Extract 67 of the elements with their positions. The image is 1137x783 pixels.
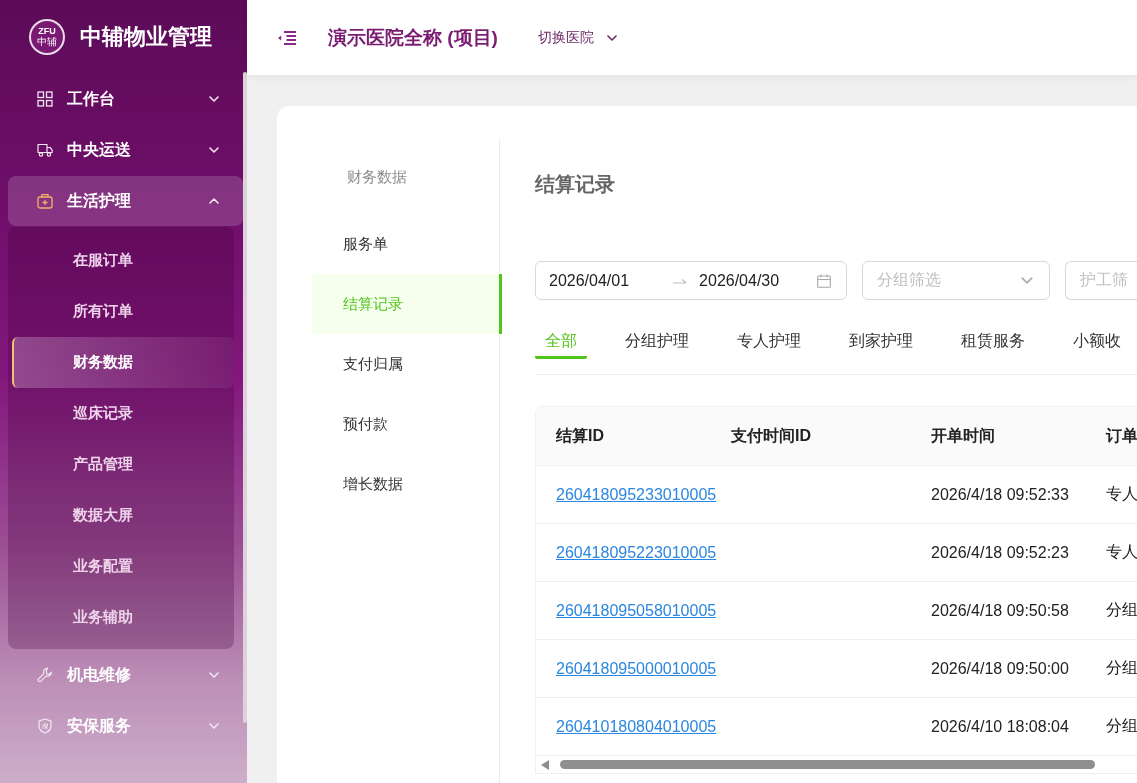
section-heading: 财务数据 <box>347 168 407 185</box>
submenu-item[interactable]: 数据大屏 <box>12 490 234 541</box>
table-cell-text: 专人 <box>1105 542 1137 562</box>
end-date-input[interactable]: 2026/04/30 <box>699 271 780 290</box>
truck-icon <box>37 142 53 158</box>
column-header: 订单 <box>1104 425 1137 446</box>
column-header: 结算ID <box>555 425 605 446</box>
table-cell-text: 2026/4/18 09:52:23 <box>930 543 1070 562</box>
chevron-down-icon <box>209 723 219 729</box>
settlement-id-link[interactable]: 260418095058010005 <box>556 601 717 619</box>
table-cell-text: 分组 <box>1105 658 1137 678</box>
logo-letters: ZFU <box>38 26 56 36</box>
table-cell-text: 分组 <box>1105 716 1137 736</box>
submenu-item[interactable]: 在服订单 <box>12 235 234 286</box>
tab[interactable]: 分组护理 <box>615 320 699 359</box>
table-cell-text: 2026/4/18 09:50:00 <box>930 659 1070 678</box>
table-cell-text: 2026/4/18 09:50:58 <box>930 601 1070 620</box>
submenu-item[interactable]: 巡床记录 <box>12 388 234 439</box>
calendar-icon <box>817 273 831 288</box>
scrollbar-thumb[interactable] <box>243 72 247 723</box>
submenu-item[interactable]: 业务配置 <box>12 541 234 592</box>
table-cell-text: 专人 <box>1105 484 1137 504</box>
submenu-item[interactable]: 所有订单 <box>12 286 234 337</box>
submenu-item[interactable]: 业务辅助 <box>12 592 234 643</box>
brand-title: 中辅物业管理 <box>80 22 212 51</box>
column-header: 开单时间 <box>930 425 996 446</box>
shield-icon <box>37 718 53 734</box>
arrow-right-icon <box>673 277 688 284</box>
chevron-down-icon <box>1021 277 1033 284</box>
date-range-picker[interactable]: 2026/04/01 2026/04/30 <box>535 261 847 300</box>
chevron-down-icon <box>209 672 219 678</box>
project-title: 演示医院全称 (项目) <box>328 25 498 50</box>
tab[interactable]: 租赁服务 <box>951 320 1035 359</box>
chevron-down-icon <box>209 96 219 102</box>
page-title: 结算记录 <box>535 172 615 196</box>
tab[interactable]: 到家护理 <box>839 320 923 359</box>
grid-icon <box>37 91 53 107</box>
wrench-icon <box>37 667 53 683</box>
table-cell-text: 分组 <box>1105 600 1137 620</box>
menu-item[interactable]: 工作台 <box>8 74 243 124</box>
menu-fold-icon[interactable] <box>278 30 296 45</box>
start-date-input[interactable]: 2026/04/01 <box>549 271 630 290</box>
nav-item[interactable]: 预付款 <box>312 394 502 454</box>
chevron-up-icon <box>209 198 219 204</box>
logo-subtext: 中辅 <box>37 35 57 47</box>
nav-item[interactable]: 增长数据 <box>312 454 502 514</box>
nav-item[interactable]: 支付归属 <box>312 334 502 394</box>
submenu-item[interactable]: 产品管理 <box>12 439 234 490</box>
menu-item[interactable]: 生活护理 <box>8 176 243 226</box>
hospital-switch[interactable]: 切换医院 <box>537 28 617 47</box>
scrollbar-thumb[interactable] <box>560 760 1095 769</box>
scroll-left-arrow-icon[interactable] <box>541 759 549 770</box>
tab[interactable]: 专人护理 <box>727 320 811 359</box>
settlement-id-link[interactable]: 260410180804010005 <box>556 717 717 735</box>
chevron-down-icon <box>209 147 219 153</box>
table-cell-text: 2026/4/10 18:08:04 <box>930 717 1070 736</box>
column-header: 支付时间ID <box>730 425 812 446</box>
settlement-id-link[interactable]: 260418095233010005 <box>556 485 717 503</box>
medical-kit-icon <box>37 193 53 209</box>
table-cell-text: 2026/4/18 09:52:33 <box>930 485 1070 504</box>
settlement-id-link[interactable]: 260418095000010005 <box>556 659 717 677</box>
settlement-id-link[interactable]: 260418095223010005 <box>556 543 717 561</box>
chevron-down-icon <box>606 34 617 41</box>
nav-item[interactable]: 服务单 <box>312 214 502 274</box>
menu-item[interactable]: 中央运送 <box>8 125 243 175</box>
tab[interactable]: 小额收 <box>1063 320 1131 359</box>
submenu-item[interactable]: 财务数据 <box>12 337 234 388</box>
